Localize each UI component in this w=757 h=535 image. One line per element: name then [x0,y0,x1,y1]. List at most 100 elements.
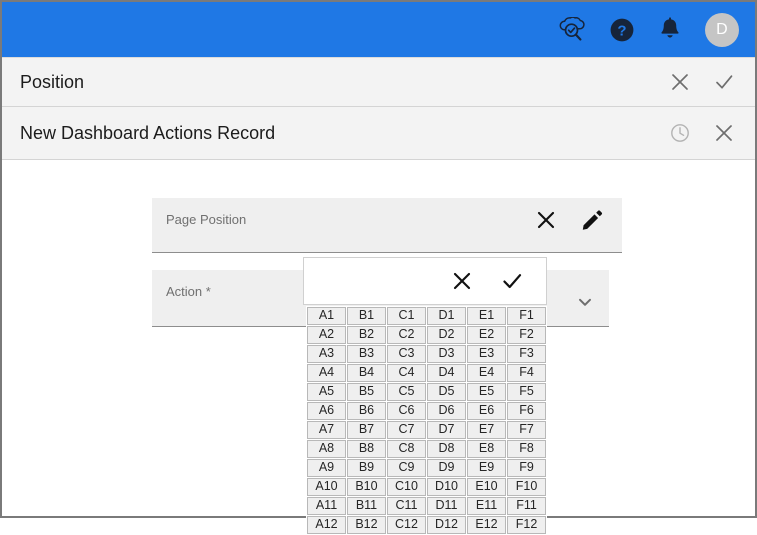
position-grid-cell[interactable]: E4 [467,364,507,382]
position-grid[interactable]: A1 B1 C1 D1 E1 F1 A2 B2 C2 D2 E2 F2 A3 B3 C3 D3 E3 F3 A4 B4… [306,306,547,535]
position-grid-cell[interactable]: D2 [427,326,467,344]
page-position-label: Page Position [166,212,247,227]
position-grid-cell[interactable]: B11 [346,497,386,515]
position-grid-cell[interactable]: B10 [346,478,386,496]
position-grid-cell[interactable]: F5 [507,383,546,401]
position-grid-cell[interactable]: D3 [427,345,467,363]
position-header-bar: Position [2,57,755,107]
position-grid-cell[interactable]: D4 [427,364,467,382]
position-grid-cell[interactable]: D12 [427,516,467,534]
position-grid-cell[interactable]: D6 [427,402,467,420]
position-grid-cell[interactable]: F12 [507,516,546,534]
position-grid-cell[interactable]: B12 [346,516,386,534]
position-grid-cell[interactable]: B2 [346,326,386,344]
position-grid-cell[interactable]: B3 [346,345,386,363]
position-grid-cell[interactable]: C7 [386,421,426,439]
position-grid-cell[interactable]: B1 [346,307,386,325]
page-position-picker-popup: A1 B1 C1 D1 E1 F1 A2 B2 C2 D2 E2 F2 A3 B3 C3 D3 E3 F3 A4 B4… [303,257,547,535]
position-grid-cell[interactable]: C10 [386,478,426,496]
position-grid-cell[interactable]: E6 [467,402,507,420]
position-grid-cell[interactable]: A5 [307,383,346,401]
position-grid-cell[interactable]: B7 [346,421,386,439]
cloud-search-icon[interactable] [556,16,586,43]
position-grid-cell[interactable]: B9 [346,459,386,477]
position-grid-cell[interactable]: A8 [307,440,346,458]
clear-icon[interactable] [534,208,558,232]
position-grid-cell[interactable]: B6 [346,402,386,420]
position-grid-row: A9 B9 C9 D9 E9 F9 [307,459,546,477]
position-grid-row: A2 B2 C2 D2 E2 F2 [307,326,546,344]
position-grid-cell[interactable]: A2 [307,326,346,344]
position-grid-cell[interactable]: D7 [427,421,467,439]
position-grid-cell[interactable]: C8 [386,440,426,458]
svg-text:?: ? [617,22,626,39]
record-header-bar: New Dashboard Actions Record [2,107,755,160]
confirm-check-icon[interactable] [500,269,524,293]
position-grid-cell[interactable]: F7 [507,421,546,439]
position-grid-row: A5 B5 C5 D5 E5 F5 [307,383,546,401]
position-grid-cell[interactable]: C12 [386,516,426,534]
position-grid-cell[interactable]: C1 [386,307,426,325]
picker-header [303,257,547,305]
position-grid-cell[interactable]: F11 [507,497,546,515]
position-grid-cell[interactable]: E9 [467,459,507,477]
edit-pencil-icon[interactable] [580,208,604,232]
check-icon[interactable] [713,71,735,93]
help-icon[interactable]: ? [609,17,635,43]
avatar-initial: D [716,20,728,38]
position-grid-cell[interactable]: E2 [467,326,507,344]
position-grid-cell[interactable]: D5 [427,383,467,401]
top-banner: ? D [2,2,755,57]
avatar[interactable]: D [705,12,739,47]
position-grid-cell[interactable]: C2 [386,326,426,344]
position-grid-cell[interactable]: E8 [467,440,507,458]
position-grid-cell[interactable]: D8 [427,440,467,458]
position-grid-cell[interactable]: E1 [467,307,507,325]
position-grid-cell[interactable]: A9 [307,459,346,477]
position-grid-cell[interactable]: E10 [467,478,507,496]
position-grid-cell[interactable]: B8 [346,440,386,458]
position-grid-cell[interactable]: D10 [427,478,467,496]
position-grid-cell[interactable]: C4 [386,364,426,382]
position-grid-cell[interactable]: D1 [427,307,467,325]
position-grid-cell[interactable]: A3 [307,345,346,363]
position-grid-cell[interactable]: C5 [386,383,426,401]
position-grid-cell[interactable]: F4 [507,364,546,382]
position-grid-cell[interactable]: E5 [467,383,507,401]
bell-icon[interactable] [658,16,682,43]
position-grid-cell[interactable]: A12 [307,516,346,534]
history-clock-icon[interactable] [669,122,691,144]
position-grid-cell[interactable]: D11 [427,497,467,515]
position-grid-cell[interactable]: F10 [507,478,546,496]
cancel-icon[interactable] [450,269,474,293]
position-grid-cell[interactable]: A10 [307,478,346,496]
position-grid-cell[interactable]: E12 [467,516,507,534]
position-grid-cell[interactable]: E3 [467,345,507,363]
page-position-field[interactable]: Page Position [152,198,622,253]
chevron-down-icon[interactable] [575,292,595,312]
position-grid-cell[interactable]: C6 [386,402,426,420]
position-grid-cell[interactable]: E11 [467,497,507,515]
position-grid-cell[interactable]: A4 [307,364,346,382]
position-grid-cell[interactable]: C9 [386,459,426,477]
position-header-actions [669,71,755,93]
close-icon[interactable] [669,71,691,93]
position-grid-cell[interactable]: D9 [427,459,467,477]
position-grid-cell[interactable]: F2 [507,326,546,344]
close-icon[interactable] [713,122,735,144]
position-grid-cell[interactable]: C11 [386,497,426,515]
position-grid-cell[interactable]: A11 [307,497,346,515]
position-grid-cell[interactable]: F9 [507,459,546,477]
position-grid-cell[interactable]: A7 [307,421,346,439]
position-grid-cell[interactable]: F1 [507,307,546,325]
position-grid-cell[interactable]: C3 [386,345,426,363]
position-grid-cell[interactable]: F8 [507,440,546,458]
position-grid-cell[interactable]: E7 [467,421,507,439]
position-grid-cell[interactable]: F6 [507,402,546,420]
position-grid-cell[interactable]: A1 [307,307,346,325]
position-grid-cell[interactable]: A6 [307,402,346,420]
position-grid-cell[interactable]: F3 [507,345,546,363]
position-grid-cell[interactable]: B5 [346,383,386,401]
position-grid-cell[interactable]: B4 [346,364,386,382]
position-grid-row: A11 B11 C11 D11 E11 F11 [307,497,546,515]
